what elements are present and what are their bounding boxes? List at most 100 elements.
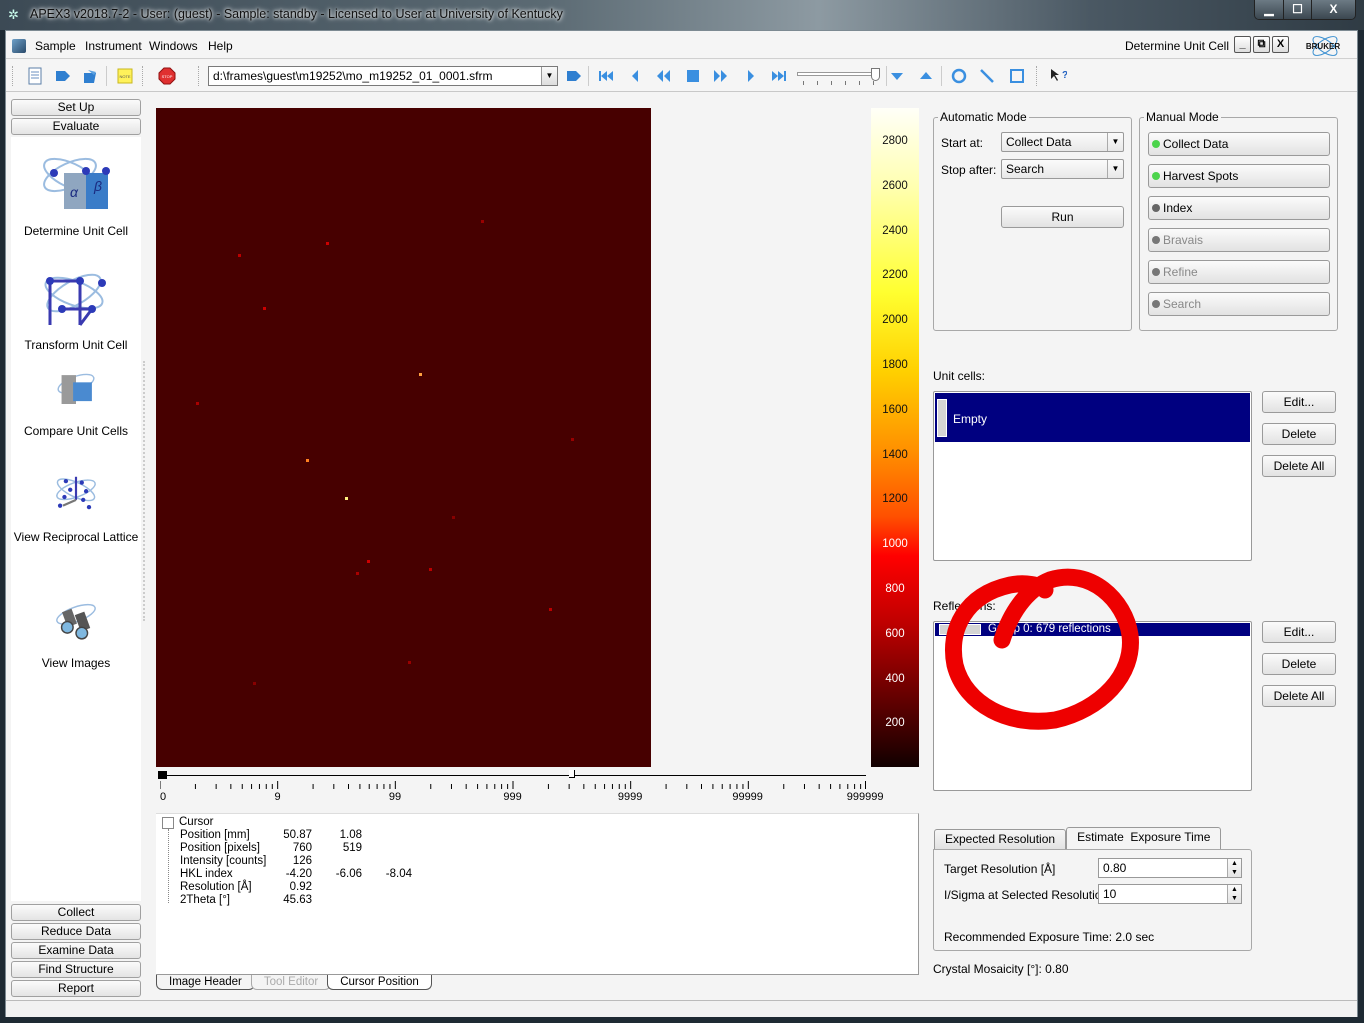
manual-step-collect-data-button[interactable]: Collect Data [1148,132,1330,156]
tab-expected-resolution[interactable]: Expected Resolution [934,829,1067,849]
open-folder-icon[interactable] [82,67,100,85]
start-at-select[interactable]: Collect Data ▼ [1001,132,1124,152]
manual-step-harvest-spots-button[interactable]: Harvest Spots [1148,164,1330,188]
start-at-label: Start at: [941,136,984,150]
toolbar-separator [106,66,107,86]
unit-cells-list[interactable]: Empty [933,391,1252,561]
sidebar-button-evaluate[interactable]: Evaluate [11,118,141,135]
tool-label: View Images [41,656,111,670]
minimize-button[interactable]: ▁ [1255,0,1283,19]
toolbar-grip[interactable] [12,66,14,86]
frame-path-combo[interactable]: d:\frames\guest\m19252\mo_m19252_01_0001… [208,66,558,86]
rectangle-tool-icon[interactable] [1008,67,1026,85]
sidebar-button-set-up[interactable]: Set Up [11,99,141,116]
mdi-minimize-button[interactable]: _ [1234,36,1251,53]
diffraction-spot [306,459,309,462]
crystal-mosaicity: Crystal Mosaicity [°]: 0.80 [933,962,1069,976]
mdi-close-button[interactable]: X [1272,36,1289,53]
tool-view-images[interactable]: View Images [11,597,141,670]
manual-step-label: Refine [1163,265,1198,279]
chevron-down-icon[interactable]: ▼ [541,67,557,85]
sidebar-button-collect[interactable]: Collect [11,904,141,921]
contrast-max-handle[interactable] [569,770,576,778]
mdi-restore-button[interactable]: ⧉ [1253,36,1270,53]
fast-forward-icon[interactable] [712,67,730,85]
line-tool-icon[interactable] [978,67,996,85]
menu-sample[interactable]: Sample [35,39,76,53]
diffraction-spot [253,682,256,685]
toolbar-separator [941,66,942,86]
isigma-input[interactable]: 10 ▲ ▼ [1098,884,1242,904]
open-icon[interactable] [54,67,72,85]
zoom-out-icon[interactable] [917,67,935,85]
stop-after-select[interactable]: Search ▼ [1001,159,1124,179]
reflections-edit-button[interactable]: Edit... [1262,621,1336,643]
reflections-list[interactable]: Group 0: 679 reflections [933,621,1252,791]
previous-frame-icon[interactable] [626,67,644,85]
zoom-in-icon[interactable] [888,67,906,85]
manual-step-bravais-button[interactable]: Bravais [1148,228,1330,252]
contrast-scale-label: 9999 [617,791,643,803]
stop-icon[interactable]: STOP [158,67,176,85]
maximize-button[interactable]: ☐ [1283,0,1311,19]
target-resolution-input[interactable]: 0.80 ▲ ▼ [1098,858,1242,878]
new-document-icon[interactable] [26,67,44,85]
unit-cell-item[interactable]: Empty [935,393,1250,442]
circle-tool-icon[interactable] [950,67,968,85]
unit-cells-edit-button[interactable]: Edit... [1262,391,1336,413]
tab-image-header[interactable]: Image Header [156,975,255,990]
cursor-checkbox[interactable] [162,817,174,829]
manual-step-search-button[interactable]: Search [1148,292,1330,316]
stop-playback-icon[interactable] [684,67,702,85]
sidebar-button-reduce-data[interactable]: Reduce Data [11,923,141,940]
chevron-down-icon[interactable]: ▼ [1107,160,1123,178]
chevron-down-icon[interactable]: ▼ [1107,133,1123,151]
note-icon[interactable]: NOTE [116,67,134,85]
reflections-delete-all-button[interactable]: Delete All [1262,685,1336,707]
zoom-slider[interactable] [795,68,883,85]
active-tool-title: Determine Unit Cell [1124,39,1229,53]
app-menu-icon[interactable] [12,39,26,53]
tool-view-reciprocal-lattice[interactable]: View Reciprocal Lattice [11,471,141,544]
reflection-group-item[interactable]: Group 0: 679 reflections [935,623,1250,636]
tool-transform-unit-cell[interactable]: Transform Unit Cell [11,259,141,352]
manual-step-refine-button[interactable]: Refine [1148,260,1330,284]
sidebar-button-report[interactable]: Report [11,980,141,997]
unit-cells-delete-all-button[interactable]: Delete All [1262,455,1336,477]
tool-compare-unit-cells[interactable]: Compare Unit Cells [11,365,141,438]
open-frame-icon[interactable] [565,67,583,85]
manual-step-label: Bravais [1163,233,1204,247]
sidebar-button-examine-data[interactable]: Examine Data [11,942,141,959]
tab-estimate-exposure-time[interactable]: Estimate Exposure Time [1066,827,1222,849]
tab-cursor-position[interactable]: Cursor Position [327,975,432,990]
manual-step-label: Search [1163,297,1202,311]
spinner-arrows-icon[interactable]: ▲ ▼ [1227,885,1241,903]
diffraction-spot [326,242,329,245]
tool-determine-unit-cell[interactable]: α β Determine Unit Cell [11,145,141,238]
context-help-icon[interactable]: ? [1049,67,1067,85]
fast-rewind-icon[interactable] [654,67,672,85]
contrast-scale-label: 999 [503,791,522,803]
menu-instrument[interactable]: Instrument [85,39,142,53]
sidebar-splitter[interactable] [143,361,145,621]
tab-tool-editor[interactable]: Tool Editor [250,975,332,990]
contrast-scale[interactable]: 0 9 99 999 9999 99999 999999 [156,767,884,815]
run-button[interactable]: Run [1001,206,1124,228]
last-frame-icon[interactable] [770,67,788,85]
info-tabs: Image Header Tool Editor Cursor Position [156,975,432,991]
spinner-arrows-icon[interactable]: ▲ ▼ [1227,859,1241,877]
diffraction-frame-image[interactable] [156,108,651,767]
zoom-slider-thumb[interactable] [871,68,880,81]
manual-step-index-button[interactable]: Index [1148,196,1330,220]
reflection-group-label: Group 0: 679 reflections [988,623,1111,635]
first-frame-icon[interactable] [597,67,615,85]
menu-help[interactable]: Help [208,39,233,53]
close-button[interactable]: X [1311,0,1355,19]
sidebar-button-find-structure[interactable]: Find Structure [11,961,141,978]
contrast-min-handle[interactable] [158,771,167,779]
start-at-value: Collect Data [1006,135,1072,149]
unit-cells-delete-button[interactable]: Delete [1262,423,1336,445]
reflections-delete-button[interactable]: Delete [1262,653,1336,675]
next-frame-icon[interactable] [742,67,760,85]
menu-windows[interactable]: Windows [149,39,198,53]
